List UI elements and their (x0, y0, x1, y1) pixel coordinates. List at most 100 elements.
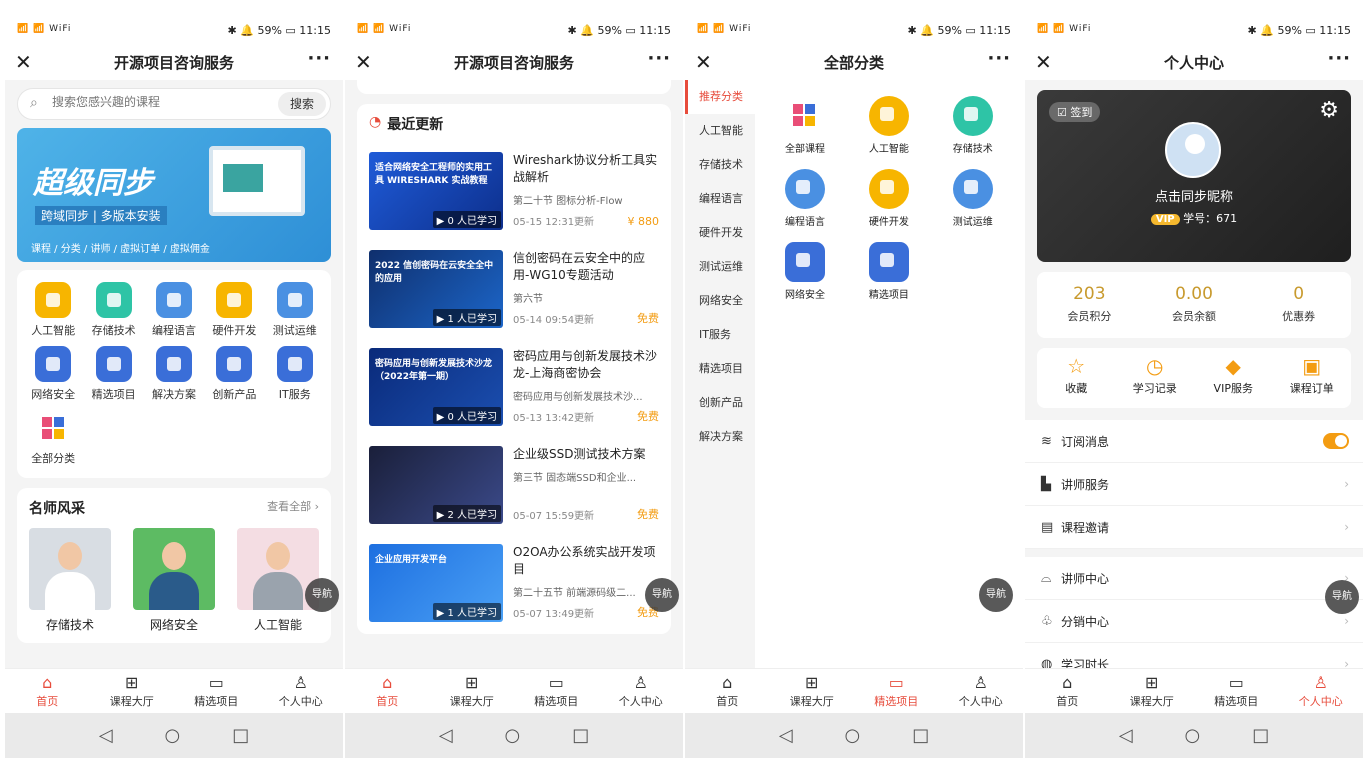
back-icon[interactable]: ◁ (779, 725, 793, 746)
sidebar-item-it[interactable]: IT服务 (685, 318, 755, 352)
tab-profile[interactable]: ♙ 个人中心 (259, 669, 344, 713)
tab-home[interactable]: ⌂ 首页 (5, 669, 90, 713)
category-item-ai[interactable]: 人工智能 (847, 96, 931, 155)
course-item[interactable]: ▶ 2 人已学习 企业级SSD测试技术方案 第三节 固态端SSD和企业... 0… (357, 438, 671, 536)
course-item[interactable]: 密码应用与创新发展技术沙龙（2022年第一期） ▶ 0 人已学习 密码应用与创新… (357, 340, 671, 438)
menu-study-time[interactable]: ◍ 学习时长 › (1025, 643, 1363, 669)
category-item-security[interactable]: 网络安全 (763, 242, 847, 301)
stat-points[interactable]: 203 会员积分 (1037, 272, 1142, 338)
gear-icon[interactable]: ⚙ (1319, 98, 1339, 123)
category-item-testing[interactable]: 测试运维 (931, 169, 1015, 228)
search-input[interactable] (52, 95, 252, 109)
menu-teacher-center[interactable]: ⌓ 讲师中心 › (1025, 557, 1363, 600)
sidebar-item-featured[interactable]: 精选项目 (685, 352, 755, 386)
course-item[interactable]: 企业应用开发平台 ▶ 1 人已学习 O2OA办公系统实战开发项目 第二十五节 前… (357, 536, 671, 634)
more-icon[interactable]: ··· (307, 48, 331, 69)
teacher-card[interactable]: 人工智能 (237, 528, 319, 633)
tab-courses[interactable]: ⊞ 课程大厅 (430, 669, 515, 713)
tab-courses[interactable]: ⊞ 课程大厅 (770, 669, 855, 713)
category-item-hardware[interactable]: 硬件开发 (847, 169, 931, 228)
recents-icon[interactable]: □ (1252, 725, 1269, 746)
grid-item-ai[interactable]: 人工智能 (23, 282, 83, 338)
nav-fab-button[interactable]: 导航 (1325, 580, 1359, 614)
tab-courses[interactable]: ⊞ 课程大厅 (90, 669, 175, 713)
grid-item-testing[interactable]: 测试运维 (265, 282, 325, 338)
tab-courses[interactable]: ⊞ 课程大厅 (1110, 669, 1195, 713)
back-icon[interactable]: ◁ (439, 725, 453, 746)
teacher-card[interactable]: 网络安全 (133, 528, 215, 633)
promo-banner[interactable]: 超级同步 跨域同步 | 多版本安装 课程 / 分类 / 讲师 / 虚拟订单 / … (17, 128, 331, 262)
home-circle-icon[interactable]: ○ (505, 725, 521, 746)
sidebar-item-ai[interactable]: 人工智能 (685, 114, 755, 148)
subscribe-toggle[interactable] (1323, 433, 1349, 449)
tab-profile[interactable]: ♙ 个人中心 (939, 669, 1024, 713)
more-icon[interactable]: ··· (647, 48, 671, 69)
home-circle-icon[interactable]: ○ (1185, 725, 1201, 746)
home-circle-icon[interactable]: ○ (845, 725, 861, 746)
course-item[interactable]: 2022 信创密码在云安全全中的应用 ▶ 1 人已学习 信创密码在云安全中的应用… (357, 242, 671, 340)
recents-icon[interactable]: □ (232, 725, 249, 746)
home-circle-icon[interactable]: ○ (165, 725, 181, 746)
tab-featured[interactable]: ▭ 精选项目 (1194, 669, 1279, 713)
nav-fab-button[interactable]: 导航 (645, 578, 679, 612)
quick-history[interactable]: ◷ 学习记录 (1116, 348, 1195, 408)
grid-item-security[interactable]: 网络安全 (23, 346, 83, 402)
banner-title: 超级同步 (33, 166, 153, 201)
menu-subscribe[interactable]: ≋ 订阅消息 (1025, 420, 1363, 463)
grid-item-storage[interactable]: 存储技术 (83, 282, 143, 338)
avatar[interactable] (1165, 122, 1221, 178)
nav-fab-button[interactable]: 导航 (979, 578, 1013, 612)
grid-item-featured[interactable]: 精选项目 (83, 346, 143, 402)
tab-home[interactable]: ⌂ 首页 (685, 669, 770, 713)
sidebar-item-testing[interactable]: 测试运维 (685, 250, 755, 284)
sidebar-item-innovation[interactable]: 创新产品 (685, 386, 755, 420)
grid-item-solutions[interactable]: 解决方案 (144, 346, 204, 402)
category-item-all[interactable]: 全部课程 (763, 96, 847, 155)
sidebar-item-security[interactable]: 网络安全 (685, 284, 755, 318)
sidebar-item-recommended[interactable]: 推荐分类 (685, 80, 755, 114)
sidebar-item-solutions[interactable]: 解决方案 (685, 420, 755, 454)
category-item-storage[interactable]: 存储技术 (931, 96, 1015, 155)
nav-fab-button[interactable]: 导航 (305, 578, 339, 612)
category-item-programming[interactable]: 编程语言 (763, 169, 847, 228)
tab-home[interactable]: ⌂ 首页 (345, 669, 430, 713)
grid-item-programming[interactable]: 编程语言 (144, 282, 204, 338)
recents-icon[interactable]: □ (912, 725, 929, 746)
back-icon[interactable]: ◁ (1119, 725, 1133, 746)
more-icon[interactable]: ··· (1327, 48, 1351, 69)
grid-item-hardware[interactable]: 硬件开发 (204, 282, 264, 338)
menu-invite[interactable]: ▤ 课程邀请 › (1025, 506, 1363, 549)
quick-vip[interactable]: ◆ VIP服务 (1194, 348, 1273, 408)
category-item-featured[interactable]: 精选项目 (847, 242, 931, 301)
stat-balance[interactable]: 0.00 会员余额 (1142, 272, 1247, 338)
signin-button[interactable]: ☑ 签到 (1049, 102, 1101, 122)
sidebar-item-hardware[interactable]: 硬件开发 (685, 216, 755, 250)
menu-teacher-service[interactable]: ▙ 讲师服务 › (1025, 463, 1363, 506)
recents-icon[interactable]: □ (572, 725, 589, 746)
tab-profile[interactable]: ♙ 个人中心 (599, 669, 684, 713)
back-icon[interactable]: ◁ (99, 725, 113, 746)
tab-featured[interactable]: ▭ 精选项目 (514, 669, 599, 713)
grid-item-it[interactable]: IT服务 (265, 346, 325, 402)
menu-distribution[interactable]: ♧ 分销中心 › (1025, 600, 1363, 643)
grid-item-all[interactable]: 全部分类 (23, 410, 83, 466)
signal-icons: 📶 📶 WiFi (697, 24, 752, 34)
search-button[interactable]: 搜索 (278, 92, 326, 116)
tab-profile[interactable]: ♙ 个人中心 (1279, 669, 1364, 713)
sidebar-item-programming[interactable]: 编程语言 (685, 182, 755, 216)
search-bar[interactable]: ⌕ 搜索 (17, 88, 331, 120)
stat-coupons[interactable]: 0 优惠券 (1246, 272, 1351, 338)
nickname[interactable]: 点击同步昵称 (1037, 186, 1351, 205)
tab-featured[interactable]: ▭ 精选项目 (174, 669, 259, 713)
sidebar-item-storage[interactable]: 存储技术 (685, 148, 755, 182)
teachers-more-link[interactable]: 查看全部 › (267, 498, 319, 518)
teacher-card[interactable]: 存储技术 (29, 528, 111, 633)
quick-favorites[interactable]: ☆ 收藏 (1037, 348, 1116, 408)
grid-item-innovation[interactable]: 创新产品 (204, 346, 264, 402)
tab-home[interactable]: ⌂ 首页 (1025, 669, 1110, 713)
book-icon (784, 169, 825, 209)
quick-orders[interactable]: ▣ 课程订单 (1273, 348, 1352, 408)
course-item[interactable]: 适合网络安全工程师的实用工具 WIRESHARK 实战教程 ▶ 0 人已学习 W… (357, 144, 671, 242)
more-icon[interactable]: ··· (987, 48, 1011, 69)
tab-featured[interactable]: ▭ 精选项目 (854, 669, 939, 713)
